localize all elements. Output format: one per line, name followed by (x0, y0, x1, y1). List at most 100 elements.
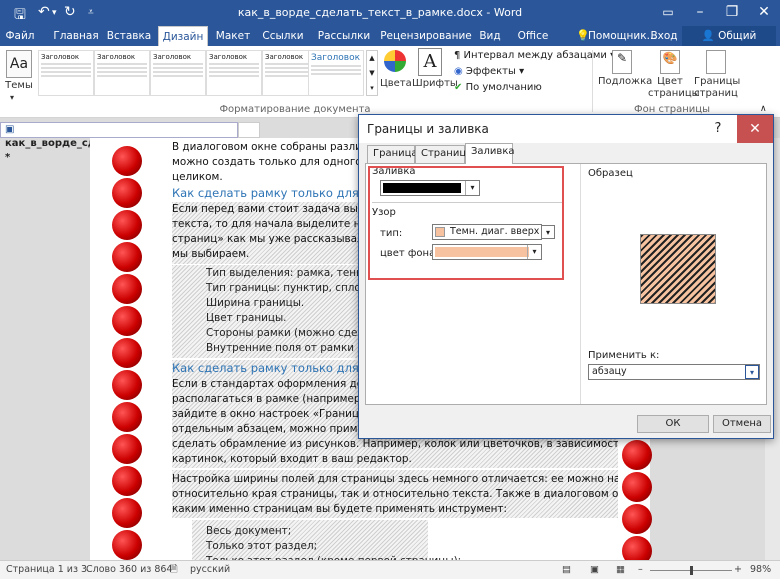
gallery-scroll[interactable]: ▲ ▼ ▾ (366, 50, 378, 96)
tab-review[interactable]: Рецензирование (380, 26, 472, 46)
help-button[interactable]: ? (703, 115, 733, 143)
title-bar: 🖫 ↶ ▾ ↻ ⩡ как_в_ворде_сделать_текст_в_ра… (0, 0, 780, 26)
set-default-button[interactable]: ✔ По умолчанию (454, 82, 542, 93)
pattern-label: Узор (372, 207, 396, 218)
style-set-title: Заголовок (41, 53, 80, 61)
read-mode-icon[interactable]: ▤ (562, 561, 571, 579)
share-button[interactable]: 👤 Общий доступ (682, 26, 776, 62)
borders-shading-dialog: Границы и заливка ? ✕ Граница Страница З… (358, 114, 774, 439)
effects-button[interactable]: ◉ Эффекты ▾ (454, 66, 524, 77)
apply-to-dropdown[interactable]: абзацу ▾ (588, 364, 760, 380)
apple-icon (112, 210, 142, 240)
zoom-out-icon[interactable]: – (638, 561, 643, 579)
dialog-close-icon[interactable]: ✕ (737, 115, 773, 143)
tab-borders[interactable]: Граница (367, 145, 418, 163)
fill-label: Заливка (372, 166, 416, 177)
page-count[interactable]: Страница 1 из 3 (6, 561, 87, 579)
zoom-level[interactable]: 98% (750, 561, 771, 579)
apple-icon (112, 242, 142, 272)
restore-button[interactable]: ❐ (716, 0, 748, 26)
save-icon[interactable]: 🖫 (14, 4, 26, 28)
page-color-icon[interactable]: 🎨 (660, 50, 680, 74)
tab-design[interactable]: Дизайн (158, 26, 208, 46)
page-borders-label[interactable]: Границы страниц (694, 76, 740, 100)
apple-icon (112, 146, 142, 176)
close-button[interactable]: ✕ (748, 0, 780, 26)
tab-office-tab[interactable]: Office Tab (508, 26, 558, 62)
colors-icon[interactable] (384, 50, 406, 72)
themes-label[interactable]: Темы (2, 80, 36, 92)
watermark-icon[interactable]: ✎ (612, 50, 632, 74)
style-set-1[interactable]: Заголовок (38, 50, 94, 96)
new-tab-button[interactable] (238, 122, 260, 138)
apple-icon (112, 370, 142, 400)
list-item: Весь документ; (206, 524, 618, 540)
redo-icon[interactable]: ↻ (64, 4, 76, 20)
status-bar: Страница 1 из 3 Слово 360 из 864 🗎 русск… (0, 560, 780, 579)
tab-insert[interactable]: Вставка (104, 26, 154, 46)
tell-me-box[interactable]: Помощник... (588, 26, 657, 46)
page-border-art-left (112, 140, 146, 560)
web-layout-icon[interactable]: ▦ (616, 561, 625, 579)
tab-mailings[interactable]: Рассылки (314, 26, 374, 46)
person-icon: 👤 (701, 30, 719, 42)
apple-icon (112, 466, 142, 496)
word-count[interactable]: Слово 360 из 864 (86, 561, 172, 579)
ok-button[interactable]: ОК (637, 415, 709, 433)
fonts-label[interactable]: Шрифты (412, 78, 458, 90)
minimize-button[interactable]: – (684, 0, 716, 26)
divider (580, 164, 581, 404)
paragraph-spacing-button[interactable]: ¶ Интервал между абзацами ▾ (454, 50, 615, 61)
watermark-label[interactable]: Подложка (598, 76, 652, 88)
pattern-color-swatch (435, 247, 529, 257)
tab-layout[interactable]: Макет (212, 26, 254, 46)
effects-icon: ◉ (454, 66, 466, 77)
tab-references[interactable]: Ссылки (258, 26, 308, 46)
pattern-type-dropdown[interactable]: Темн. диаг. вверх ▾ (432, 224, 555, 240)
tab-file[interactable]: Файл (0, 26, 40, 46)
ribbon-options-icon[interactable]: ▭ (652, 0, 684, 26)
chevron-down-icon: ▾ (465, 181, 479, 195)
style-set-6[interactable]: Заголовок (308, 50, 364, 96)
style-set-4[interactable]: Заголовок (206, 50, 262, 96)
undo-dropdown-icon[interactable]: ▾ (52, 8, 57, 18)
cancel-button[interactable]: Отмена (713, 415, 771, 433)
paragraph-spacing-icon: ¶ (454, 50, 464, 61)
tab-shading[interactable]: Заливка (465, 143, 515, 164)
doc-line: картинок, который входит в ваш редактор. (172, 453, 412, 465)
apple-icon (622, 504, 652, 534)
style-set-2[interactable]: Заголовок (94, 50, 150, 96)
tab-page-border[interactable]: Страница (415, 145, 472, 163)
signin-link[interactable]: Вход (650, 26, 678, 46)
doc-line: Настройка ширины полей для страницы здес… (172, 473, 618, 485)
preview-label: Образец (588, 168, 633, 179)
style-set-3[interactable]: Заголовок (150, 50, 206, 96)
themes-icon[interactable]: Aa (6, 50, 32, 78)
document-tab[interactable]: ▣ как_в_ворде_сделать_текст_в_рамке.docx… (0, 122, 247, 163)
tab-view[interactable]: Вид (474, 26, 506, 46)
style-set-title: Заголовок (209, 53, 248, 61)
customize-qa-icon[interactable]: ⩡ (88, 7, 94, 18)
chevron-down-icon: ▾ (541, 225, 555, 239)
doc-line: сделать обрамление из рисунков. Например… (172, 438, 618, 450)
zoom-slider-thumb[interactable] (690, 566, 694, 575)
tab-home[interactable]: Главная (52, 26, 100, 46)
window-title: как_в_ворде_сделать_текст_в_рамке.docx -… (237, 6, 523, 19)
print-layout-icon[interactable]: ▣ (590, 561, 599, 579)
colors-label[interactable]: Цвета (380, 78, 412, 90)
zoom-in-icon[interactable]: + (734, 561, 742, 579)
collapse-ribbon-icon[interactable]: ∧ (760, 104, 767, 114)
shading-panel: Заливка ▾ Узор тип: Темн. диаг. вверх ▾ … (365, 163, 767, 405)
page-border-art-right (622, 440, 656, 566)
proofing-icon[interactable]: 🗎 (170, 561, 178, 579)
doc-line: каким именно страницам вы будете применя… (172, 503, 507, 515)
page-borders-icon[interactable] (706, 50, 726, 74)
undo-icon[interactable]: ↶ (38, 4, 50, 20)
pattern-color-dropdown[interactable]: ▾ (432, 244, 542, 260)
language-indicator[interactable]: русский (190, 561, 230, 579)
style-set-title: Заголовок (153, 53, 192, 61)
word-doc-icon: ▣ (5, 124, 15, 135)
fonts-icon[interactable]: A (418, 48, 442, 76)
fill-color-dropdown[interactable]: ▾ (380, 180, 480, 196)
page-color-label[interactable]: Цвет страницы (648, 76, 700, 100)
